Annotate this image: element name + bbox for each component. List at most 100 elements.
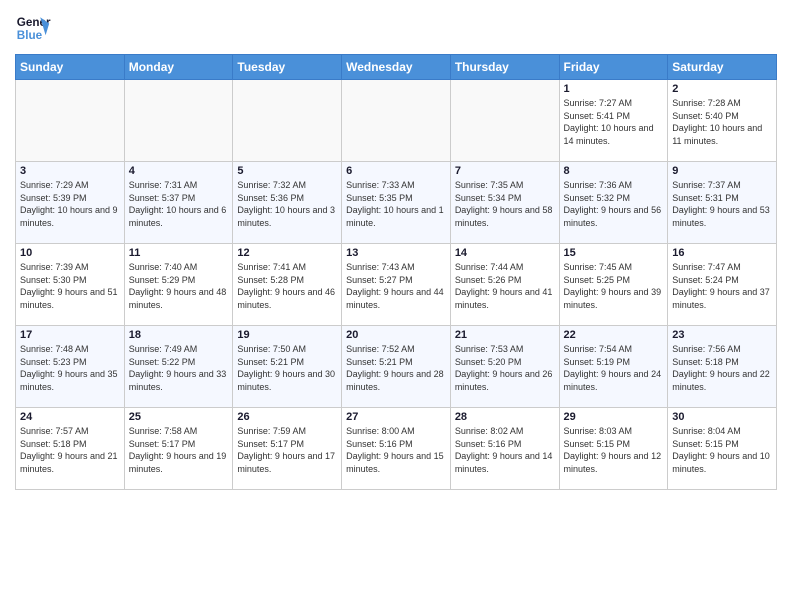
calendar-cell: 9 Sunrise: 7:37 AM Sunset: 5:31 PM Daylig… [668,162,777,244]
day-info: Sunrise: 7:56 AM Sunset: 5:18 PM Dayligh… [672,343,772,393]
day-number: 20 [346,329,446,341]
day-info: Sunrise: 7:50 AM Sunset: 5:21 PM Dayligh… [237,343,337,393]
day-number: 15 [564,247,664,259]
day-number: 12 [237,247,337,259]
day-info: Sunrise: 8:02 AM Sunset: 5:16 PM Dayligh… [455,425,555,475]
day-number: 26 [237,411,337,423]
day-info: Sunrise: 7:54 AM Sunset: 5:19 PM Dayligh… [564,343,664,393]
calendar-cell: 22 Sunrise: 7:54 AM Sunset: 5:19 PM Dayli… [559,326,668,408]
header: General Blue [15,10,777,46]
day-number: 25 [129,411,229,423]
weekday-header: Thursday [450,55,559,80]
day-number: 11 [129,247,229,259]
calendar-cell: 12 Sunrise: 7:41 AM Sunset: 5:28 PM Dayli… [233,244,342,326]
weekday-header: Monday [124,55,233,80]
day-info: Sunrise: 7:44 AM Sunset: 5:26 PM Dayligh… [455,261,555,311]
svg-text:Blue: Blue [17,29,43,42]
calendar-cell: 13 Sunrise: 7:43 AM Sunset: 5:27 PM Dayli… [342,244,451,326]
page: General Blue SundayMondayTuesdayWednesda… [0,0,792,612]
day-number: 27 [346,411,446,423]
calendar-week-row: 17 Sunrise: 7:48 AM Sunset: 5:23 PM Dayli… [16,326,777,408]
calendar-cell: 26 Sunrise: 7:59 AM Sunset: 5:17 PM Dayli… [233,408,342,490]
calendar-cell: 15 Sunrise: 7:45 AM Sunset: 5:25 PM Dayli… [559,244,668,326]
day-info: Sunrise: 7:32 AM Sunset: 5:36 PM Dayligh… [237,179,337,229]
calendar-cell: 30 Sunrise: 8:04 AM Sunset: 5:15 PM Dayli… [668,408,777,490]
calendar-cell: 18 Sunrise: 7:49 AM Sunset: 5:22 PM Dayli… [124,326,233,408]
calendar-cell: 11Sunrise: 7:40 AM Sunset: 5:29 PM Dayli… [124,244,233,326]
calendar-cell: 24Sunrise: 7:57 AM Sunset: 5:18 PM Dayli… [16,408,125,490]
day-number: 21 [455,329,555,341]
calendar-cell [342,80,451,162]
calendar-cell: 5 Sunrise: 7:32 AM Sunset: 5:36 PM Daylig… [233,162,342,244]
day-number: 22 [564,329,664,341]
day-info: Sunrise: 7:27 AM Sunset: 5:41 PM Dayligh… [564,97,664,147]
calendar-cell: 25 Sunrise: 7:58 AM Sunset: 5:17 PM Dayli… [124,408,233,490]
calendar-cell: 17 Sunrise: 7:48 AM Sunset: 5:23 PM Dayli… [16,326,125,408]
day-info: Sunrise: 7:52 AM Sunset: 5:21 PM Dayligh… [346,343,446,393]
day-number: 18 [129,329,229,341]
day-info: Sunrise: 7:39 AM Sunset: 5:30 PM Dayligh… [20,261,120,311]
day-number: 3 [20,165,120,177]
calendar-week-row: 3 Sunrise: 7:29 AM Sunset: 5:39 PM Daylig… [16,162,777,244]
calendar-week-row: 24Sunrise: 7:57 AM Sunset: 5:18 PM Dayli… [16,408,777,490]
weekday-header: Tuesday [233,55,342,80]
day-number: 9 [672,165,772,177]
calendar-cell: 6Sunrise: 7:33 AM Sunset: 5:35 PM Daylig… [342,162,451,244]
day-number: 2 [672,83,772,95]
day-info: Sunrise: 8:03 AM Sunset: 5:15 PM Dayligh… [564,425,664,475]
day-info: Sunrise: 7:36 AM Sunset: 5:32 PM Dayligh… [564,179,664,229]
weekday-header: Wednesday [342,55,451,80]
day-number: 16 [672,247,772,259]
day-number: 1 [564,83,664,95]
day-info: Sunrise: 7:37 AM Sunset: 5:31 PM Dayligh… [672,179,772,229]
day-number: 13 [346,247,446,259]
calendar-cell: 29Sunrise: 8:03 AM Sunset: 5:15 PM Dayli… [559,408,668,490]
day-info: Sunrise: 7:53 AM Sunset: 5:20 PM Dayligh… [455,343,555,393]
day-number: 17 [20,329,120,341]
day-info: Sunrise: 7:41 AM Sunset: 5:28 PM Dayligh… [237,261,337,311]
weekday-header: Saturday [668,55,777,80]
calendar-cell: 21 Sunrise: 7:53 AM Sunset: 5:20 PM Dayli… [450,326,559,408]
calendar-cell: 16 Sunrise: 7:47 AM Sunset: 5:24 PM Dayli… [668,244,777,326]
day-number: 19 [237,329,337,341]
day-info: Sunrise: 7:58 AM Sunset: 5:17 PM Dayligh… [129,425,229,475]
calendar-cell: 20 Sunrise: 7:52 AM Sunset: 5:21 PM Dayli… [342,326,451,408]
calendar-cell: 27Sunrise: 8:00 AM Sunset: 5:16 PM Dayli… [342,408,451,490]
day-number: 4 [129,165,229,177]
calendar-cell: 8 Sunrise: 7:36 AM Sunset: 5:32 PM Daylig… [559,162,668,244]
logo-icon: General Blue [15,10,51,46]
calendar-week-row: 10 Sunrise: 7:39 AM Sunset: 5:30 PM Dayli… [16,244,777,326]
calendar-cell: 28Sunrise: 8:02 AM Sunset: 5:16 PM Dayli… [450,408,559,490]
day-number: 5 [237,165,337,177]
day-info: Sunrise: 7:28 AM Sunset: 5:40 PM Dayligh… [672,97,772,147]
day-info: Sunrise: 7:47 AM Sunset: 5:24 PM Dayligh… [672,261,772,311]
calendar-week-row: 1 Sunrise: 7:27 AM Sunset: 5:41 PM Daylig… [16,80,777,162]
day-number: 14 [455,247,555,259]
day-info: Sunrise: 7:33 AM Sunset: 5:35 PM Dayligh… [346,179,446,229]
calendar-table: SundayMondayTuesdayWednesdayThursdayFrid… [15,54,777,490]
day-info: Sunrise: 7:35 AM Sunset: 5:34 PM Dayligh… [455,179,555,229]
calendar-cell: 4Sunrise: 7:31 AM Sunset: 5:37 PM Daylig… [124,162,233,244]
day-info: Sunrise: 7:29 AM Sunset: 5:39 PM Dayligh… [20,179,120,229]
calendar-cell: 14 Sunrise: 7:44 AM Sunset: 5:26 PM Dayli… [450,244,559,326]
weekday-header: Friday [559,55,668,80]
day-info: Sunrise: 7:45 AM Sunset: 5:25 PM Dayligh… [564,261,664,311]
day-info: Sunrise: 7:49 AM Sunset: 5:22 PM Dayligh… [129,343,229,393]
calendar-cell [233,80,342,162]
day-info: Sunrise: 7:57 AM Sunset: 5:18 PM Dayligh… [20,425,120,475]
day-info: Sunrise: 8:04 AM Sunset: 5:15 PM Dayligh… [672,425,772,475]
day-number: 10 [20,247,120,259]
day-number: 30 [672,411,772,423]
calendar-cell [450,80,559,162]
calendar-cell: 2 Sunrise: 7:28 AM Sunset: 5:40 PM Daylig… [668,80,777,162]
calendar-cell [124,80,233,162]
logo: General Blue [15,10,51,46]
calendar-cell: 23Sunrise: 7:56 AM Sunset: 5:18 PM Dayli… [668,326,777,408]
day-info: Sunrise: 7:48 AM Sunset: 5:23 PM Dayligh… [20,343,120,393]
calendar-cell: 7Sunrise: 7:35 AM Sunset: 5:34 PM Daylig… [450,162,559,244]
day-info: Sunrise: 7:59 AM Sunset: 5:17 PM Dayligh… [237,425,337,475]
day-number: 8 [564,165,664,177]
calendar-cell: 1 Sunrise: 7:27 AM Sunset: 5:41 PM Daylig… [559,80,668,162]
day-info: Sunrise: 7:43 AM Sunset: 5:27 PM Dayligh… [346,261,446,311]
calendar-cell [16,80,125,162]
